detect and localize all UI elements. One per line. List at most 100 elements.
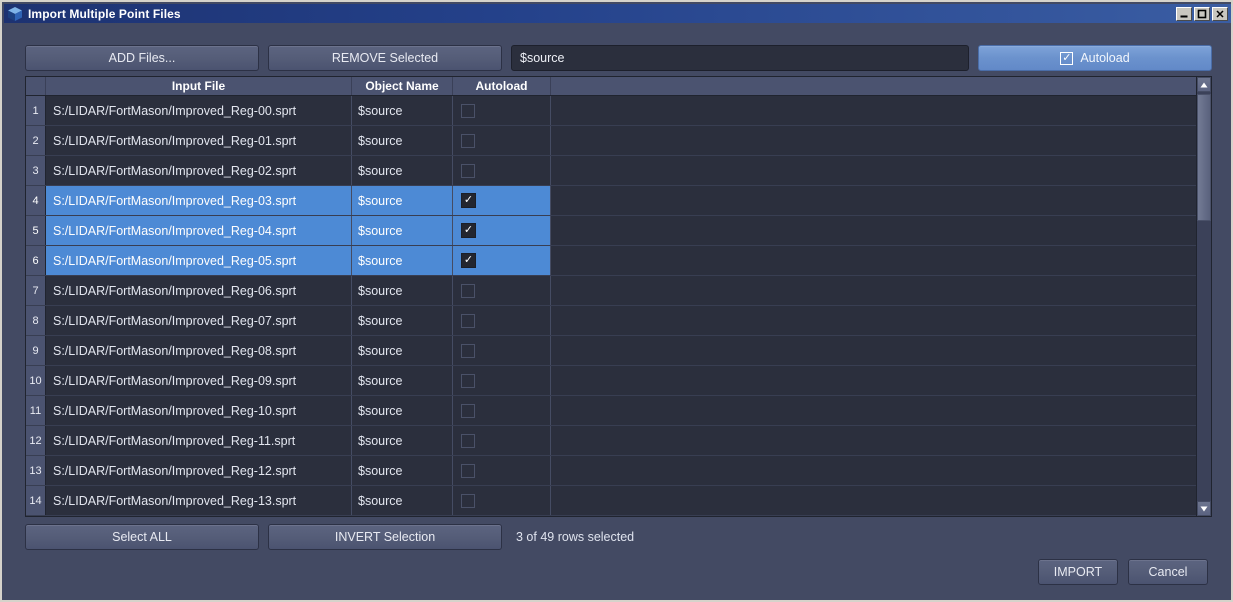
cell-object-name[interactable]: $source xyxy=(352,186,453,215)
cell-autoload[interactable]: ✓ xyxy=(453,246,551,275)
table-row[interactable]: 2 S:/LIDAR/FortMason/Improved_Reg-01.sprt… xyxy=(26,126,1211,156)
cell-input-file[interactable]: S:/LIDAR/FortMason/Improved_Reg-11.sprt xyxy=(46,426,352,455)
maximize-button[interactable] xyxy=(1194,6,1210,21)
cell-object-name[interactable]: $source xyxy=(352,156,453,185)
cell-input-file[interactable]: S:/LIDAR/FortMason/Improved_Reg-06.sprt xyxy=(46,276,352,305)
cell-object-name[interactable]: $source xyxy=(352,216,453,245)
cell-autoload[interactable] xyxy=(453,366,551,395)
checkbox-unchecked-icon[interactable] xyxy=(461,163,475,178)
cell-input-file[interactable]: S:/LIDAR/FortMason/Improved_Reg-05.sprt xyxy=(46,246,352,275)
checkbox-unchecked-icon[interactable] xyxy=(461,463,475,478)
remove-selected-button[interactable]: REMOVE Selected xyxy=(268,45,502,71)
cell-autoload[interactable] xyxy=(453,156,551,185)
column-header-rownum xyxy=(26,77,46,95)
cell-input-file[interactable]: S:/LIDAR/FortMason/Improved_Reg-01.sprt xyxy=(46,126,352,155)
cell-autoload[interactable] xyxy=(453,336,551,365)
table-vertical-scrollbar[interactable] xyxy=(1196,77,1211,516)
column-header-object-name[interactable]: Object Name xyxy=(352,77,453,95)
checkbox-unchecked-icon[interactable] xyxy=(461,103,475,118)
checkbox-unchecked-icon[interactable] xyxy=(461,133,475,148)
cell-object-name[interactable]: $source xyxy=(352,366,453,395)
cell-object-name[interactable]: $source xyxy=(352,456,453,485)
cell-input-file[interactable]: S:/LIDAR/FortMason/Improved_Reg-08.sprt xyxy=(46,336,352,365)
cell-autoload[interactable] xyxy=(453,456,551,485)
toolbar: ADD Files... REMOVE Selected ✓ Autoload xyxy=(25,45,1212,71)
scroll-down-icon[interactable] xyxy=(1197,501,1211,516)
table-row[interactable]: 5 S:/LIDAR/FortMason/Improved_Reg-04.sprt… xyxy=(26,216,1211,246)
table-row[interactable]: 10 S:/LIDAR/FortMason/Improved_Reg-09.spr… xyxy=(26,366,1211,396)
cell-object-name[interactable]: $source xyxy=(352,96,453,125)
cell-object-name[interactable]: $source xyxy=(352,276,453,305)
table-row[interactable]: 3 S:/LIDAR/FortMason/Improved_Reg-02.sprt… xyxy=(26,156,1211,186)
cancel-button[interactable]: Cancel xyxy=(1128,559,1208,585)
cell-object-name[interactable]: $source xyxy=(352,486,453,515)
invert-selection-button[interactable]: INVERT Selection xyxy=(268,524,502,550)
checkbox-unchecked-icon[interactable] xyxy=(461,283,475,298)
cell-object-name[interactable]: $source xyxy=(352,336,453,365)
checkbox-unchecked-icon[interactable] xyxy=(461,493,475,508)
cell-object-name[interactable]: $source xyxy=(352,426,453,455)
table-row[interactable]: 6 S:/LIDAR/FortMason/Improved_Reg-05.sprt… xyxy=(26,246,1211,276)
table-row[interactable]: 13 S:/LIDAR/FortMason/Improved_Reg-12.spr… xyxy=(26,456,1211,486)
checkbox-unchecked-icon[interactable] xyxy=(461,313,475,328)
table-row[interactable]: 12 S:/LIDAR/FortMason/Improved_Reg-11.spr… xyxy=(26,426,1211,456)
cell-autoload[interactable] xyxy=(453,96,551,125)
checkbox-checked-icon[interactable]: ✓ xyxy=(461,223,476,238)
table-row[interactable]: 8 S:/LIDAR/FortMason/Improved_Reg-07.sprt… xyxy=(26,306,1211,336)
cell-autoload[interactable] xyxy=(453,486,551,515)
row-number: 10 xyxy=(26,366,46,395)
cell-object-name[interactable]: $source xyxy=(352,126,453,155)
cell-input-file[interactable]: S:/LIDAR/FortMason/Improved_Reg-07.sprt xyxy=(46,306,352,335)
column-header-input-file[interactable]: Input File xyxy=(46,77,352,95)
table-row[interactable]: 7 S:/LIDAR/FortMason/Improved_Reg-06.sprt… xyxy=(26,276,1211,306)
cell-input-file[interactable]: S:/LIDAR/FortMason/Improved_Reg-04.sprt xyxy=(46,216,352,245)
row-number: 5 xyxy=(26,216,46,245)
checkbox-unchecked-icon[interactable] xyxy=(461,403,475,418)
autoload-toggle-label: Autoload xyxy=(1080,51,1130,65)
cell-filler xyxy=(551,306,1211,335)
cell-filler xyxy=(551,456,1211,485)
row-number: 9 xyxy=(26,336,46,365)
cell-autoload[interactable] xyxy=(453,426,551,455)
table-row[interactable]: 9 S:/LIDAR/FortMason/Improved_Reg-08.sprt… xyxy=(26,336,1211,366)
row-number: 2 xyxy=(26,126,46,155)
cell-input-file[interactable]: S:/LIDAR/FortMason/Improved_Reg-09.sprt xyxy=(46,366,352,395)
cell-object-name[interactable]: $source xyxy=(352,396,453,425)
cell-input-file[interactable]: S:/LIDAR/FortMason/Improved_Reg-10.sprt xyxy=(46,396,352,425)
object-name-input[interactable] xyxy=(511,45,969,71)
cell-input-file[interactable]: S:/LIDAR/FortMason/Improved_Reg-03.sprt xyxy=(46,186,352,215)
table-row[interactable]: 11 S:/LIDAR/FortMason/Improved_Reg-10.spr… xyxy=(26,396,1211,426)
cell-input-file[interactable]: S:/LIDAR/FortMason/Improved_Reg-02.sprt xyxy=(46,156,352,185)
checkbox-unchecked-icon[interactable] xyxy=(461,343,475,358)
autoload-toggle-button[interactable]: ✓ Autoload xyxy=(978,45,1212,71)
column-header-filler xyxy=(551,77,1211,95)
checkbox-unchecked-icon[interactable] xyxy=(461,373,475,388)
close-button[interactable] xyxy=(1212,6,1228,21)
cell-autoload[interactable]: ✓ xyxy=(453,186,551,215)
cell-object-name[interactable]: $source xyxy=(352,246,453,275)
table-row[interactable]: 1 S:/LIDAR/FortMason/Improved_Reg-00.sprt… xyxy=(26,96,1211,126)
import-button[interactable]: IMPORT xyxy=(1038,559,1118,585)
cell-filler xyxy=(551,126,1211,155)
cell-autoload[interactable] xyxy=(453,396,551,425)
table-row[interactable]: 4 S:/LIDAR/FortMason/Improved_Reg-03.sprt… xyxy=(26,186,1211,216)
checkbox-checked-icon[interactable]: ✓ xyxy=(461,253,476,268)
cell-input-file[interactable]: S:/LIDAR/FortMason/Improved_Reg-13.sprt xyxy=(46,486,352,515)
add-files-button[interactable]: ADD Files... xyxy=(25,45,259,71)
cell-autoload[interactable] xyxy=(453,126,551,155)
cell-autoload[interactable] xyxy=(453,306,551,335)
cell-input-file[interactable]: S:/LIDAR/FortMason/Improved_Reg-12.sprt xyxy=(46,456,352,485)
checkbox-unchecked-icon[interactable] xyxy=(461,433,475,448)
minimize-button[interactable] xyxy=(1176,6,1192,21)
column-header-autoload[interactable]: Autoload xyxy=(453,77,551,95)
cell-autoload[interactable]: ✓ xyxy=(453,216,551,245)
scroll-up-icon[interactable] xyxy=(1197,77,1211,92)
select-all-button[interactable]: Select ALL xyxy=(25,524,259,550)
table-row[interactable]: 14 S:/LIDAR/FortMason/Improved_Reg-13.spr… xyxy=(26,486,1211,516)
cell-object-name[interactable]: $source xyxy=(352,306,453,335)
row-number: 14 xyxy=(26,486,46,515)
cell-input-file[interactable]: S:/LIDAR/FortMason/Improved_Reg-00.sprt xyxy=(46,96,352,125)
scrollbar-thumb[interactable] xyxy=(1197,94,1211,221)
cell-autoload[interactable] xyxy=(453,276,551,305)
checkbox-checked-icon[interactable]: ✓ xyxy=(461,193,476,208)
